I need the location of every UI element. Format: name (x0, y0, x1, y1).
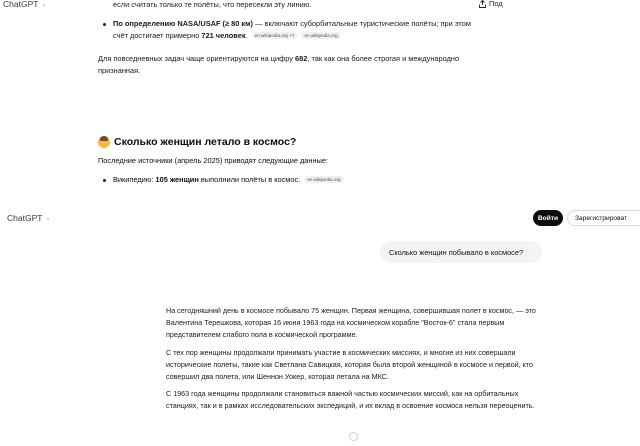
signup-button[interactable]: Зарегистрироват (567, 210, 640, 226)
answer1-paragraph: Для повседневных задач чаще ориентируютс… (98, 53, 478, 78)
answer2-paragraph-2: С тех пор женщины продолжали принимать у… (166, 347, 534, 382)
para-number: 682 (295, 53, 308, 63)
bullet-bold: 105 женщин (155, 174, 199, 184)
share-icon (479, 0, 486, 8)
woman-astronaut-emoji-icon (98, 136, 110, 148)
login-button[interactable]: Войти (533, 210, 563, 226)
list-item: Википедию: 105 женщин выполнили полёты в… (98, 174, 478, 187)
section-body: Последние источники (апрель 2025) привод… (98, 155, 478, 186)
chevron-down-icon: ⌄ (45, 215, 51, 222)
app-title-button[interactable]: ChatGPT ⌄ (3, 0, 46, 9)
bullet-text: Википедию: (113, 174, 156, 184)
share-button[interactable]: Под (479, 0, 503, 8)
app-title-label: ChatGPT (7, 213, 43, 223)
assistant-answer-2: На сегодняшний день в космосе побывало 7… (166, 305, 541, 418)
assistant-answer-1: если считать только те полёты, что перес… (98, 0, 478, 84)
para-text: Для повседневных задач чаще ориентируютс… (98, 53, 296, 63)
section-intro: Последние источники (апрель 2025) привод… (98, 156, 329, 165)
source-chip[interactable]: en.wikipedia.org (304, 175, 344, 183)
answer2-paragraph-1: На сегодняшний день в космосе побывало 7… (166, 306, 536, 340)
user-message-text: Сколько женщин побывало в космосе? (389, 247, 524, 257)
bullet-end: . (245, 31, 248, 40)
user-message-bubble: Сколько женщин побывало в космосе? (380, 241, 542, 263)
source-chip[interactable]: en.wikipedia.org (301, 32, 341, 39)
scroll-down-icon[interactable] (349, 432, 358, 441)
app-title-button[interactable]: ChatGPT ⌄ (7, 213, 50, 223)
bullet-number: 721 человек (201, 31, 246, 40)
chevron-down-icon: ⌄ (41, 1, 47, 8)
app-title-label: ChatGPT (3, 0, 39, 9)
bullet-text-end: выполнили полёты в космос. (198, 174, 301, 184)
list-item: По определению NASA/USAF (≥ 80 км) — вкл… (98, 18, 478, 43)
bullet-bold: По определению NASA/USAF (≥ 80 км) (113, 18, 254, 28)
source-chip[interactable]: en.wikipedia.org +7 (251, 32, 298, 39)
share-label: Под (489, 0, 503, 8)
section-heading: Сколько женщин летало в космос? (98, 136, 296, 148)
answer2-paragraph-3: С 1963 года женщины продолжали становить… (166, 389, 535, 411)
section-heading-text: Сколько женщин летало в космос? (114, 136, 297, 148)
answer1-line: если считать только те полёты, что перес… (113, 0, 312, 9)
